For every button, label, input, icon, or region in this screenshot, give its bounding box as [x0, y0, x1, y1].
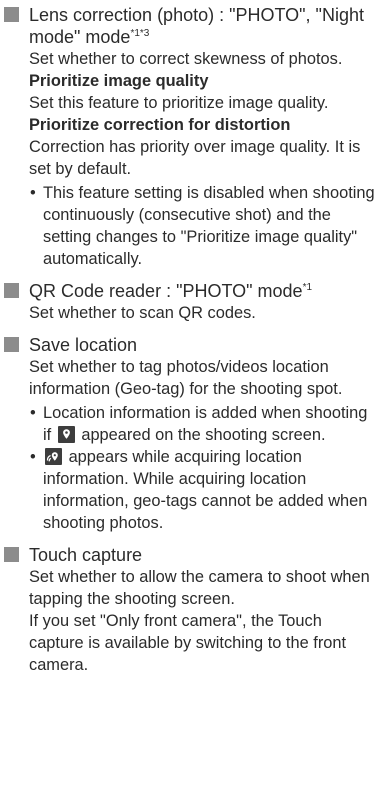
section-body: Set whether to tag photos/videos locatio…	[4, 356, 377, 534]
section-description: Set whether to allow the camera to shoot…	[29, 568, 370, 608]
footnote-ref: *1	[302, 282, 313, 293]
section-body: Set whether to scan QR codes.	[4, 302, 377, 324]
heading-square-icon	[4, 283, 19, 298]
section-heading: Touch capture	[4, 544, 377, 566]
footnote-ref: *1*3	[130, 28, 150, 39]
note-list: Location information is added when shoot…	[29, 402, 377, 534]
section-description: Set whether to tag photos/videos locatio…	[29, 358, 343, 398]
heading-square-icon	[4, 547, 19, 562]
option-description: Correction has priority over image quali…	[29, 138, 361, 178]
heading-text: Lens correction (photo) : "PHOTO", "Nigh…	[29, 5, 364, 47]
section-save-location: Save location Set whether to tag photos/…	[4, 334, 377, 534]
section-description: If you set "Only front camera", the Touc…	[29, 612, 347, 674]
section-heading: Save location	[4, 334, 377, 356]
section-heading: Lens correction (photo) : "PHOTO", "Nigh…	[4, 4, 377, 48]
heading-square-icon	[4, 337, 19, 352]
section-qr-reader: QR Code reader : "PHOTO" mode*1 Set whet…	[4, 280, 377, 324]
section-description: Set whether to scan QR codes.	[29, 304, 256, 322]
option-name: Prioritize image quality	[29, 72, 209, 90]
section-touch-capture: Touch capture Set whether to allow the c…	[4, 544, 377, 676]
note-item: appears while acquiring location informa…	[29, 446, 377, 534]
section-body: Set whether to allow the camera to shoot…	[4, 566, 377, 676]
acquiring-location-icon	[45, 448, 62, 465]
note-item: This feature setting is disabled when sh…	[29, 182, 377, 270]
option-name: Prioritize correction for distortion	[29, 116, 291, 134]
option-description: Set this feature to prioritize image qua…	[29, 94, 329, 112]
heading-text: Save location	[29, 335, 138, 355]
section-body: Set whether to correct skewness of photo…	[4, 48, 377, 270]
heading-square-icon	[4, 7, 19, 22]
section-heading: QR Code reader : "PHOTO" mode*1	[4, 280, 377, 302]
section-description: Set whether to correct skewness of photo…	[29, 50, 343, 68]
manual-page: Lens correction (photo) : "PHOTO", "Nigh…	[0, 0, 383, 676]
location-pin-icon	[57, 426, 75, 443]
note-item: Location information is added when shoot…	[29, 402, 377, 446]
heading-text: Touch capture	[29, 545, 143, 565]
heading-text: QR Code reader : "PHOTO" mode	[29, 281, 303, 301]
note-list: This feature setting is disabled when sh…	[29, 182, 377, 270]
section-lens-correction: Lens correction (photo) : "PHOTO", "Nigh…	[4, 4, 377, 270]
